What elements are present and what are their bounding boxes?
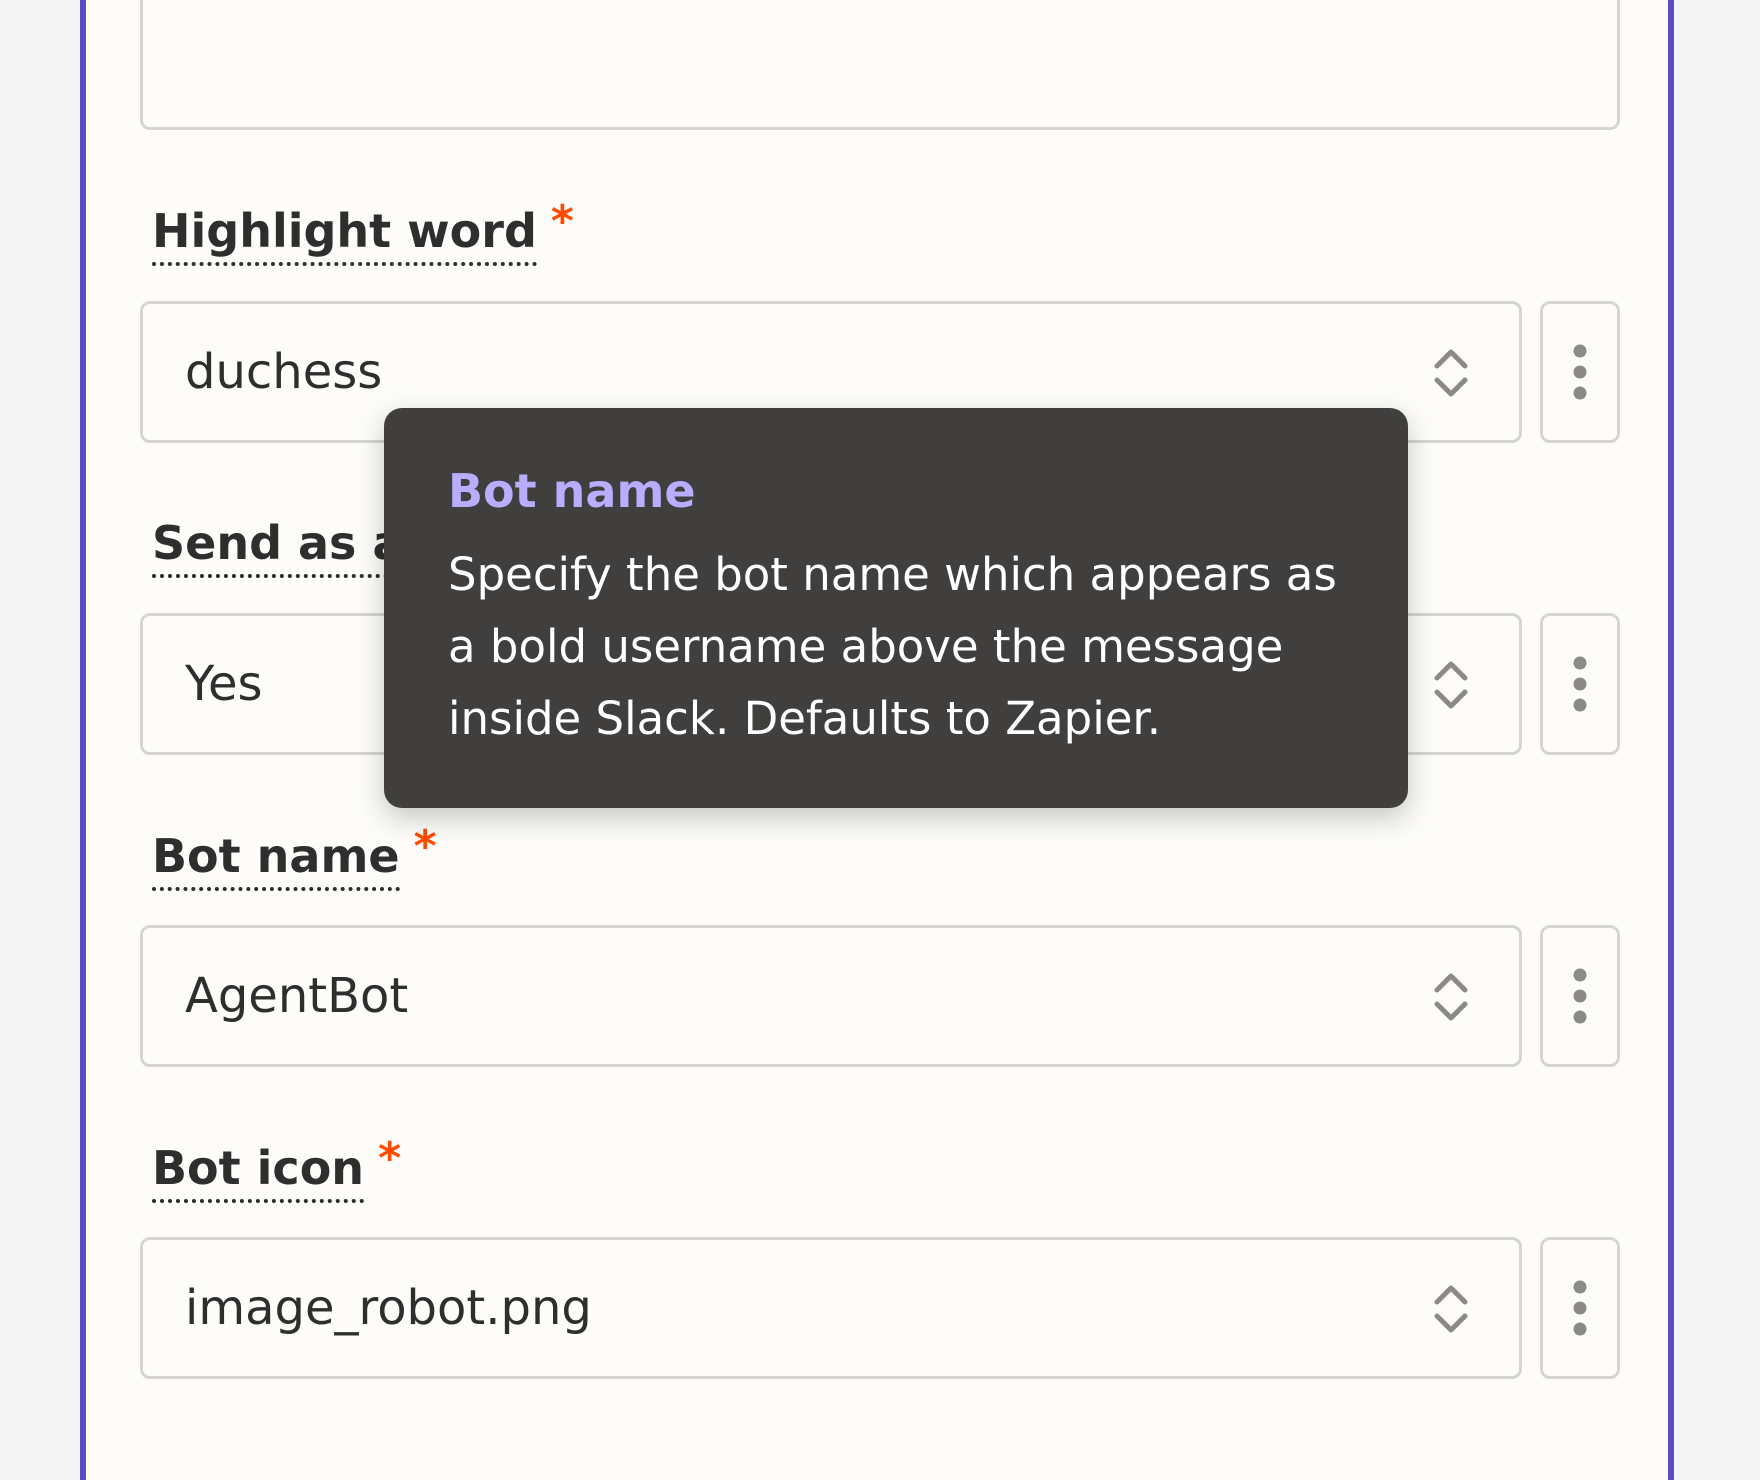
more-vertical-icon (1573, 968, 1587, 1024)
send-as-label: Send as a (152, 520, 404, 578)
chevron-up-down-icon (1434, 1285, 1468, 1333)
bot-name-label: Bot name * (152, 825, 437, 891)
more-vertical-icon (1573, 656, 1587, 712)
bot-icon-label-text: Bot icon (152, 1145, 365, 1203)
bot-name-select[interactable]: AgentBot (140, 925, 1522, 1067)
bot-icon-value: image_robot.png (185, 1280, 592, 1336)
send-as-value: Yes (185, 656, 263, 712)
bot-name-value: AgentBot (185, 968, 409, 1024)
previous-field-textarea[interactable] (140, 0, 1620, 130)
highlight-word-value: duchess (185, 344, 383, 400)
bot-name-label-text: Bot name (152, 833, 400, 891)
more-vertical-icon (1573, 344, 1587, 400)
highlight-word-label-text: Highlight word (152, 208, 537, 266)
bot-name-more-button[interactable] (1540, 925, 1620, 1067)
required-asterisk: * (550, 196, 574, 247)
chevron-up-down-icon (1434, 661, 1468, 709)
tooltip-body: Specify the bot name which appears as a … (448, 548, 1337, 746)
chevron-up-down-icon (1434, 349, 1468, 397)
more-vertical-icon (1573, 1280, 1587, 1336)
highlight-word-more-button[interactable] (1540, 301, 1620, 443)
bot-icon-select[interactable]: image_robot.png (140, 1237, 1522, 1379)
tooltip-title: Bot name (448, 464, 696, 518)
bot-icon-more-button[interactable] (1540, 1237, 1620, 1379)
bot-name-tooltip: Bot name Specify the bot name which appe… (384, 408, 1408, 808)
highlight-word-label: Highlight word * (152, 200, 574, 266)
bot-icon-label: Bot icon * (152, 1137, 401, 1203)
chevron-up-down-icon (1434, 973, 1468, 1021)
send-as-more-button[interactable] (1540, 613, 1620, 755)
required-asterisk: * (413, 821, 437, 872)
send-as-label-text: Send as a (152, 520, 404, 578)
required-asterisk: * (378, 1133, 402, 1184)
